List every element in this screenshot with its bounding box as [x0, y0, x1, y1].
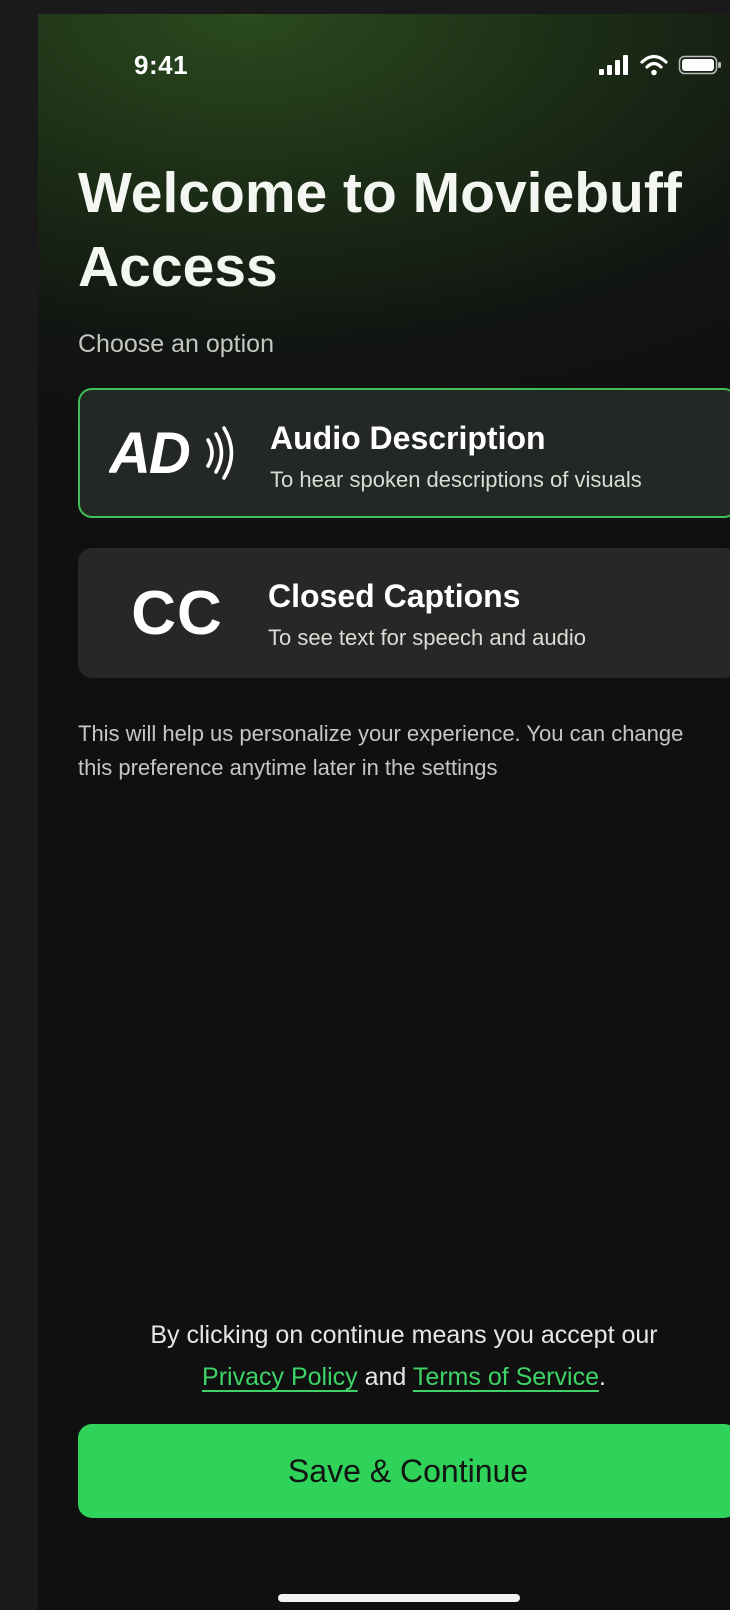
page-subtitle: Choose an option [78, 330, 274, 358]
legal-prefix: By clicking on continue means you accept… [150, 1321, 658, 1349]
option-title: Closed Captions [268, 578, 521, 614]
phone-screen: 9:41 Welcome to Moviebuff Access Choose … [38, 14, 730, 1610]
helper-text: This will help us personalize your exper… [78, 721, 684, 780]
closed-captions-icon: CC [131, 578, 223, 648]
save-continue-button[interactable]: Save & Continue [78, 1424, 730, 1518]
audio-description-icon: AD [109, 423, 234, 483]
home-indicator [278, 1594, 520, 1602]
option-audio-description[interactable]: AD Audio Description To hear spoken desc… [78, 388, 730, 518]
option-description: To hear spoken descriptions of visuals [270, 467, 642, 492]
onboarding-content: Welcome to Moviebuff Access Choose an op… [38, 14, 730, 1610]
terms-of-service-link[interactable]: Terms of Service [413, 1363, 599, 1391]
svg-text:AD: AD [109, 423, 190, 483]
option-description: To see text for speech and audio [268, 625, 586, 650]
option-title: Audio Description [270, 420, 546, 456]
legal-notice: By clicking on continue means you accept… [78, 1314, 730, 1398]
option-closed-captions[interactable]: CC Closed Captions To see text for speec… [78, 548, 730, 678]
legal-joiner: and [364, 1363, 407, 1391]
screen-backdrop: 9:41 Welcome to Moviebuff Access Choose … [0, 0, 730, 1610]
legal-suffix: . [598, 1363, 606, 1391]
privacy-policy-link[interactable]: Privacy Policy [202, 1363, 358, 1391]
page-title: Welcome to Moviebuff Access [78, 161, 682, 299]
